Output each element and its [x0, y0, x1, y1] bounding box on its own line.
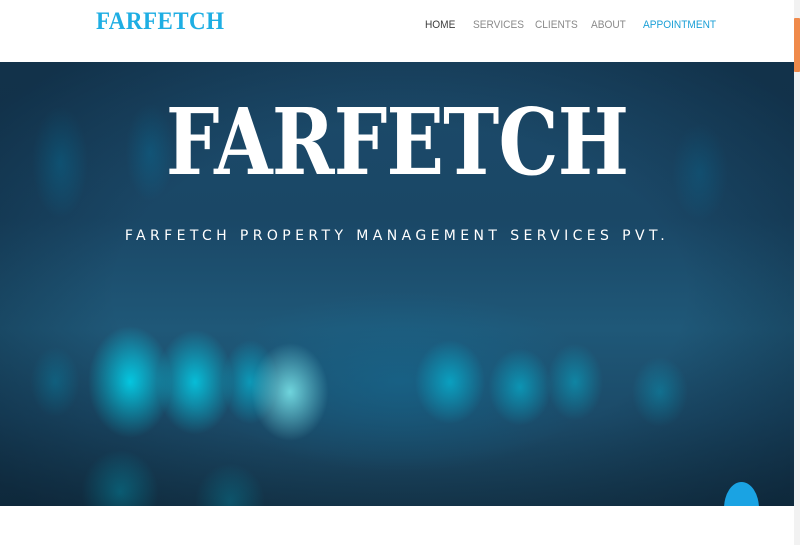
chevron-up-icon: [738, 506, 746, 507]
site-header: FARFETCH HOME SERVICES CLIENTS ABOUT APP…: [0, 0, 794, 62]
nav-appointment[interactable]: APPOINTMENT: [643, 19, 716, 31]
site-logo[interactable]: FARFETCH: [96, 8, 224, 36]
hero-banner: FARFETCH FARFETCH PROPERTY MANAGEMENT SE…: [0, 62, 794, 506]
scrollbar-thumb[interactable]: [794, 18, 800, 72]
hero-title: FARFETCH: [165, 88, 629, 196]
nav-about[interactable]: ABOUT: [591, 19, 626, 31]
nav-services[interactable]: SERVICES: [473, 19, 524, 31]
nav-home[interactable]: HOME: [425, 19, 455, 31]
hero-subtitle: FARFETCH PROPERTY MANAGEMENT SERVICES PV…: [124, 228, 670, 244]
scroll-to-top-button[interactable]: [724, 482, 759, 506]
page-scrollbar[interactable]: [794, 0, 800, 545]
nav-clients[interactable]: CLIENTS: [535, 19, 578, 31]
